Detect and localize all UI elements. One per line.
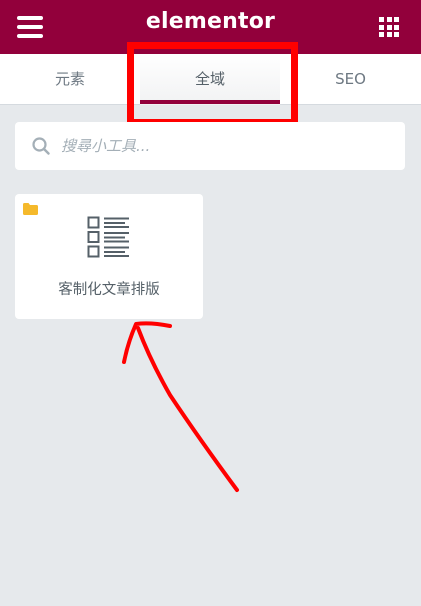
tab-seo[interactable]: SEO	[280, 54, 421, 105]
search-icon	[32, 137, 50, 155]
widget-label: 客制化文章排版	[58, 282, 160, 298]
brand-logo: elementor	[145, 9, 276, 34]
grid-icon[interactable]	[379, 17, 399, 37]
widget-card[interactable]: 客制化文章排版	[15, 194, 203, 319]
folder-icon	[23, 203, 38, 215]
annotation-arrow	[122, 321, 239, 492]
annotation-highlight-box	[127, 42, 298, 126]
search-input[interactable]	[61, 132, 381, 160]
post-list-icon	[87, 216, 129, 258]
tab-elements[interactable]: 元素	[0, 54, 140, 105]
widget-search	[15, 122, 405, 170]
